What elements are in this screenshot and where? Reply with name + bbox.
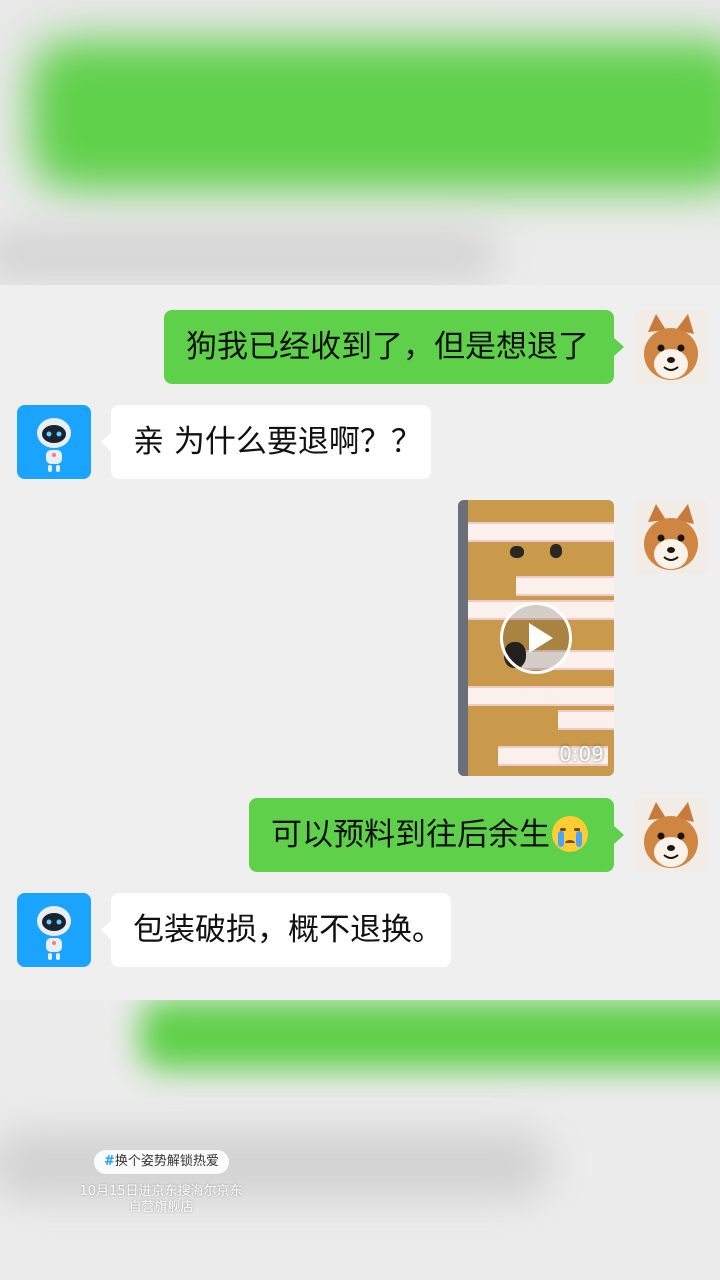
play-icon[interactable] xyxy=(500,602,572,674)
video-frame-detail xyxy=(468,686,614,706)
blurred-message xyxy=(30,40,720,190)
user-avatar[interactable] xyxy=(634,500,708,574)
user-avatar[interactable] xyxy=(634,798,708,872)
video-frame-detail xyxy=(468,522,614,542)
robot-icon xyxy=(17,893,91,967)
video-frame-detail xyxy=(516,576,614,596)
video-frame-detail xyxy=(550,544,562,558)
video-frame-edge xyxy=(458,500,468,776)
promo-caption: 10月15日进京东搜海尔京东自营旗舰店 xyxy=(79,1184,243,1215)
video-frame-detail xyxy=(558,710,614,730)
blurred-top-area xyxy=(0,0,720,285)
sent-message[interactable]: 狗我已经收到了，但是想退了 xyxy=(164,310,624,384)
shiba-dog-icon xyxy=(634,500,708,574)
robot-icon xyxy=(17,405,91,479)
video-message[interactable]: 0:09 xyxy=(458,500,614,776)
service-bot-avatar[interactable] xyxy=(17,405,91,479)
hashtag-badge[interactable]: #换个姿势解锁热爱 xyxy=(94,1150,229,1174)
hashtag-symbol: # xyxy=(104,1154,115,1169)
blurred-message xyxy=(0,225,500,285)
shiba-dog-icon xyxy=(634,310,708,384)
blurred-bottom-area xyxy=(0,1000,720,1280)
blurred-message xyxy=(140,1000,720,1070)
message-text: 狗我已经收到了，但是想退了 xyxy=(186,329,589,365)
user-avatar[interactable] xyxy=(634,310,708,384)
service-bot-avatar[interactable] xyxy=(17,893,91,967)
sent-message[interactable]: 可以预料到往后余生 xyxy=(249,798,624,872)
hashtag-text: 换个姿势解锁热爱 xyxy=(114,1154,219,1169)
video-duration: 0:09 xyxy=(559,742,604,766)
message-text: 亲 为什么要退啊？？ xyxy=(133,424,422,460)
message-text: 包装破损，概不退换。 xyxy=(133,912,443,948)
received-message[interactable]: 亲 为什么要退啊？？ xyxy=(101,405,431,479)
message-text: 可以预料到往后余生 xyxy=(271,817,550,853)
chat-screen: 狗我已经收到了，但是想退了 亲 为什么要退啊？？ 0:09 可以预料到往后余生 … xyxy=(0,0,720,1280)
crying-face-emoji xyxy=(552,815,588,852)
shiba-dog-icon xyxy=(634,798,708,872)
chat-area: 狗我已经收到了，但是想退了 亲 为什么要退啊？？ 0:09 可以预料到往后余生 … xyxy=(0,285,720,1000)
received-message[interactable]: 包装破损，概不退换。 xyxy=(101,893,451,967)
video-frame-detail xyxy=(510,546,524,558)
